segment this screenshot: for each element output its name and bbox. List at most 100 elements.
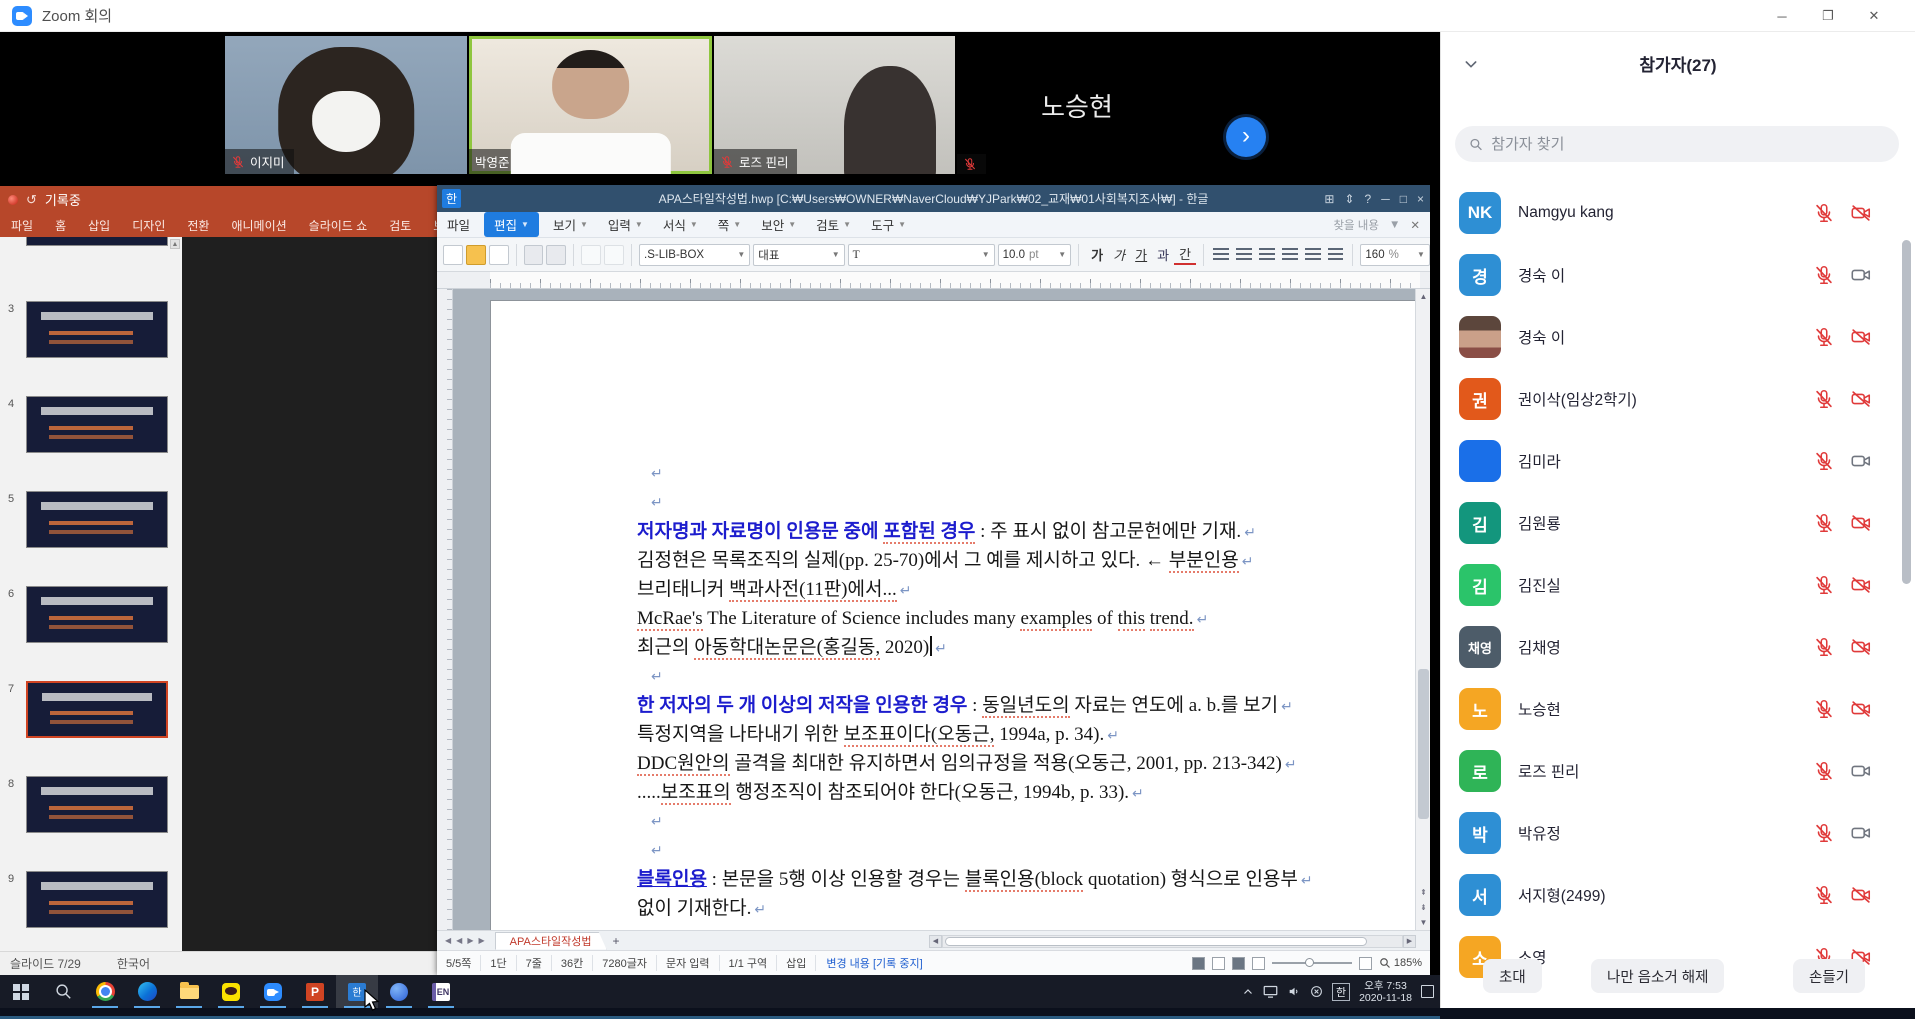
zoom-in-icon[interactable] (1359, 957, 1372, 970)
participant-row[interactable]: 김 김원룡 (1441, 492, 1915, 554)
view-mode-1-icon[interactable] (1192, 957, 1205, 970)
mic-muted-icon[interactable] (1813, 698, 1835, 720)
maximize-button[interactable]: ❐ (1805, 0, 1851, 32)
preset-combo[interactable]: 대표▼ (753, 244, 844, 266)
view-mode-3-icon[interactable] (1232, 957, 1245, 970)
redo-icon[interactable] (604, 245, 624, 265)
camera-on-icon[interactable] (1849, 450, 1873, 472)
camera-off-icon[interactable] (1849, 202, 1873, 224)
taskbar-zoom-icon[interactable] (252, 975, 294, 1008)
slide-thumbnail-partial[interactable] (26, 237, 168, 246)
participant-row[interactable]: 로 로즈 핀리 (1441, 740, 1915, 802)
first-tab-icon[interactable]: ◀ (445, 936, 451, 945)
camera-off-icon[interactable] (1849, 884, 1873, 906)
slide-thumbnail-4[interactable] (26, 396, 168, 453)
mic-muted-icon[interactable] (1813, 636, 1835, 658)
mic-muted-icon[interactable] (1813, 388, 1835, 410)
document-tab[interactable]: APA스타일작성법 (495, 932, 607, 950)
horizontal-scrollbar[interactable]: ◀ ▶ (929, 934, 1416, 948)
participant-row[interactable]: 경 경숙 이 (1441, 244, 1915, 306)
slide-thumbnail-8[interactable] (26, 776, 168, 833)
align-right-icon[interactable] (1282, 248, 1298, 262)
scroll-left-icon[interactable]: ◀ (929, 935, 942, 948)
layout-icon[interactable]: ⊞ (1324, 192, 1334, 206)
mic-muted-icon[interactable] (1813, 450, 1835, 472)
vertical-scrollbar[interactable]: ▲ ⇞ ⇟ ▼ (1415, 289, 1430, 930)
new-tab-button[interactable]: + (613, 934, 620, 948)
ppt-tab-디자인[interactable]: 디자인 (121, 217, 176, 234)
underline-button[interactable]: 가 (1130, 245, 1152, 264)
camera-off-icon[interactable] (1849, 326, 1873, 348)
slide-thumbnail-7[interactable] (26, 681, 168, 738)
new-document-icon[interactable] (443, 245, 463, 265)
participant-row[interactable]: 권 권이삭(임상2학기) (1441, 368, 1915, 430)
ppt-tab-전환[interactable]: 전환 (176, 217, 220, 234)
ppt-tab-검토[interactable]: 검토 (378, 217, 422, 234)
save-icon[interactable] (489, 245, 509, 265)
align-distribute-icon[interactable] (1305, 248, 1321, 262)
close-find-icon[interactable]: ✕ (1410, 218, 1420, 232)
raise-hand-button[interactable]: 손들기 (1793, 959, 1865, 993)
scroll-down-icon[interactable]: ▼ (1416, 915, 1430, 930)
ppt-tab-애니메이션[interactable]: 애니메이션 (220, 217, 297, 234)
tray-chevron-icon[interactable] (1242, 986, 1254, 998)
scroll-up-icon[interactable]: ▲ (170, 239, 180, 249)
volume-icon[interactable] (1287, 985, 1301, 998)
last-tab-icon[interactable]: ▶ (478, 936, 484, 945)
clock[interactable]: 오후 7:53 2020-11-18 (1359, 980, 1412, 1004)
mic-muted-icon[interactable] (1813, 574, 1835, 596)
next-participants-button[interactable]: › (1226, 117, 1266, 157)
track-changes-status[interactable]: 변경 내용 [기록 중지] (816, 955, 932, 971)
camera-off-icon[interactable] (1849, 698, 1873, 720)
video-tile[interactable]: 로즈 핀리 (714, 36, 955, 174)
line-spacing-icon[interactable] (1328, 248, 1344, 262)
chevron-down-icon[interactable]: ▼ (1389, 219, 1400, 231)
video-tile[interactable]: 박영준 Park you... (469, 36, 712, 174)
maximize-button[interactable]: □ (1400, 192, 1407, 206)
invite-button[interactable]: 초대 (1483, 959, 1542, 993)
unmute-me-button[interactable]: 나만 음소거 해제 (1591, 959, 1724, 993)
minimize-button[interactable]: ─ (1759, 0, 1805, 32)
taskbar-endnote-icon[interactable]: EN (420, 975, 462, 1008)
taskbar-explorer-icon[interactable] (168, 975, 210, 1008)
ppt-tab-홈[interactable]: 홈 (44, 217, 77, 234)
print-icon[interactable] (524, 245, 544, 265)
participant-row[interactable]: 박 박유정 (1441, 802, 1915, 864)
participant-row[interactable]: NK Namgyu kang (1441, 182, 1915, 244)
taskbar-kakaotalk-icon[interactable] (210, 975, 252, 1008)
taskbar-start-button[interactable] (0, 975, 42, 1008)
participant-row[interactable]: 채영 김채영 (1441, 616, 1915, 678)
close-button[interactable]: × (1417, 192, 1424, 206)
page-down-icon[interactable]: ⇟ (1416, 900, 1430, 915)
participant-row[interactable]: 김미라 (1441, 430, 1915, 492)
prev-tab-icon[interactable]: ◀ (456, 936, 462, 945)
view-mode-2-icon[interactable] (1212, 957, 1225, 970)
notification-center-icon[interactable] (1421, 985, 1434, 998)
chevron-down-icon[interactable] (1463, 56, 1479, 77)
taskbar-blue-globe-icon[interactable] (378, 975, 420, 1008)
mic-muted-icon[interactable] (1813, 202, 1835, 224)
taskbar-edge-icon[interactable] (126, 975, 168, 1008)
document-page[interactable]: ↵↵저자명과 자료명이 인용문 중에 포함된 경우 : 주 표시 없이 참고문헌… (490, 300, 1420, 930)
style-combo[interactable]: .S-LIB-BOX▼ (639, 244, 750, 266)
font-size-combo[interactable]: 10.0pt▼ (998, 244, 1072, 266)
scroll-right-icon[interactable]: ▶ (1403, 935, 1416, 948)
hwp-menu-쪽[interactable]: 쪽▼ (708, 212, 751, 237)
preview-icon[interactable] (546, 245, 566, 265)
bold-button[interactable]: 가 (1086, 245, 1108, 264)
close-button[interactable]: ✕ (1851, 0, 1897, 32)
hwp-menu-보기[interactable]: 보기▼ (543, 212, 598, 237)
camera-off-icon[interactable] (1849, 636, 1873, 658)
participant-row[interactable]: 노 노승현 (1441, 678, 1915, 740)
slide-thumbnail-3[interactable] (26, 301, 168, 358)
zoom-combo[interactable]: 160%▼ (1360, 244, 1430, 266)
mic-muted-icon[interactable] (1813, 884, 1835, 906)
scrollbar-thumb[interactable] (945, 937, 1367, 946)
zoom-slider[interactable] (1272, 962, 1352, 964)
align-center-icon[interactable] (1259, 248, 1275, 262)
align-justify-icon[interactable] (1213, 248, 1229, 262)
participant-row[interactable]: 경숙 이 (1441, 306, 1915, 368)
participant-search[interactable] (1455, 126, 1899, 162)
mic-muted-icon[interactable] (1813, 264, 1835, 286)
participant-row[interactable]: 서 서지형(2499) (1441, 864, 1915, 926)
